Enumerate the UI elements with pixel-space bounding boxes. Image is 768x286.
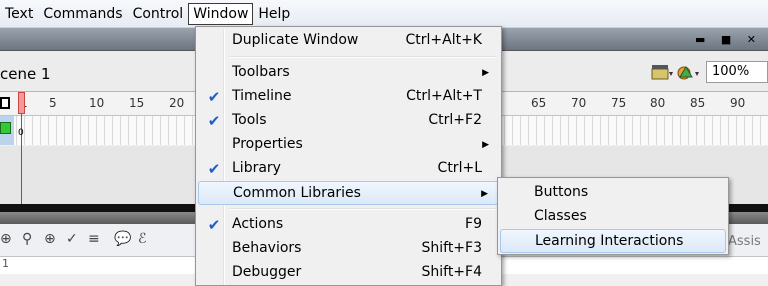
menu-bar: Text Commands Control Window Help xyxy=(0,0,768,28)
submenu-item-buttons[interactable]: Buttons xyxy=(500,181,726,205)
menu-commands[interactable]: Commands xyxy=(38,3,127,25)
edit-symbols-icon[interactable] xyxy=(676,63,700,81)
ruler-tick: 75 xyxy=(611,96,627,110)
checkmark-icon: ✔ xyxy=(207,160,221,178)
ruler-tick: 90 xyxy=(730,96,746,110)
ruler-tick: 5 xyxy=(49,96,57,110)
find-icon[interactable]: ⚲ xyxy=(22,231,32,247)
line-number: 1 xyxy=(2,257,9,270)
submenu-arrow-icon: ▶ xyxy=(481,189,488,199)
layer-color-icon[interactable] xyxy=(0,122,11,134)
submenu-item-classes[interactable]: Classes xyxy=(500,205,726,229)
submenu-item-learning-interactions[interactable]: Learning Interactions xyxy=(500,229,726,253)
window-menu: Duplicate Window Ctrl+Alt+K Toolbars ▶ ✔… xyxy=(195,26,502,286)
ruler-tick: 85 xyxy=(690,96,706,110)
keyframe-marker: 0 xyxy=(18,128,24,138)
auto-format-icon[interactable]: ≡ xyxy=(88,231,100,247)
checkmark-icon: ✔ xyxy=(207,88,221,106)
menu-control[interactable]: Control xyxy=(128,3,189,25)
menu-item-timeline[interactable]: ✔ Timeline Ctrl+Alt+T xyxy=(198,85,499,109)
scene-label: cene 1 xyxy=(0,65,51,83)
menu-item-behaviors[interactable]: Behaviors Shift+F3 xyxy=(198,237,499,261)
menu-item-library[interactable]: ✔ Library Ctrl+L xyxy=(198,157,499,181)
menu-help[interactable]: Help xyxy=(253,3,295,25)
edit-scene-icon[interactable] xyxy=(650,63,674,81)
menu-item-properties[interactable]: Properties ▶ xyxy=(198,133,499,157)
menu-item-actions[interactable]: ✔ Actions F9 xyxy=(198,213,499,237)
zoom-field[interactable]: 100% xyxy=(706,61,768,83)
playhead[interactable]: 0 xyxy=(18,92,25,204)
checkmark-icon: ✔ xyxy=(207,112,221,130)
ruler-tick: 70 xyxy=(571,96,587,110)
submenu-arrow-icon: ▶ xyxy=(482,140,489,150)
ruler-tick: 65 xyxy=(531,96,547,110)
menu-item-common-libraries[interactable]: Common Libraries ▶ xyxy=(198,181,499,205)
window-controls[interactable]: ▬ ■ ✕ xyxy=(695,33,762,46)
common-libraries-submenu: Buttons Classes Learning Interactions xyxy=(497,177,729,255)
add-statement-icon[interactable]: ⊕ xyxy=(0,231,12,247)
script-assist-label[interactable]: Assis xyxy=(728,234,761,249)
menu-window[interactable]: Window xyxy=(188,2,254,25)
menu-item-debugger[interactable]: Debugger Shift+F4 xyxy=(198,261,499,285)
menu-item-duplicate-window[interactable]: Duplicate Window Ctrl+Alt+K xyxy=(198,29,499,53)
checkmark-icon: ✔ xyxy=(207,216,221,234)
code-hint-icon[interactable]: 💬 xyxy=(114,231,131,247)
debug-options-icon[interactable]: ℰ xyxy=(138,231,146,247)
submenu-arrow-icon: ▶ xyxy=(482,68,489,78)
ruler-tick: 80 xyxy=(650,96,666,110)
ruler-tick: 20 xyxy=(169,96,185,110)
menu-item-tools[interactable]: ✔ Tools Ctrl+F2 xyxy=(198,109,499,133)
ruler-tick: 15 xyxy=(129,96,145,110)
ruler-tick: 10 xyxy=(89,96,105,110)
outline-toggle-icon[interactable] xyxy=(0,97,10,109)
menu-text[interactable]: Text xyxy=(0,3,38,25)
target-path-icon[interactable]: ⊕ xyxy=(44,231,56,247)
check-syntax-icon[interactable]: ✓ xyxy=(66,231,78,247)
menu-item-toolbars[interactable]: Toolbars ▶ xyxy=(198,61,499,85)
